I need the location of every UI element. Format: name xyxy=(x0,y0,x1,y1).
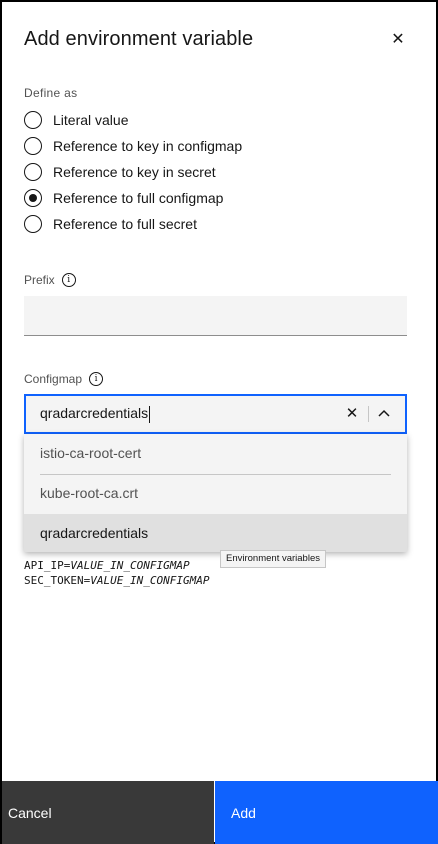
code-line: SEC_TOKEN=VALUE_IN_CONFIGMAP xyxy=(24,574,210,587)
radio-button[interactable] xyxy=(24,137,42,155)
radio-key-in-configmap[interactable]: Reference to key in configmap xyxy=(24,136,242,156)
cancel-button[interactable]: Cancel xyxy=(2,781,214,844)
configmap-combobox[interactable]: qradarcredentials ✕ xyxy=(24,394,407,434)
radio-label: Reference to full secret xyxy=(53,216,197,232)
modal-title: Add environment variable xyxy=(24,28,254,50)
menu-option-istio-ca-root-cert[interactable]: istio-ca-root-cert xyxy=(24,434,407,475)
modal: Add environment variable ✕ Define as Lit… xyxy=(0,0,438,844)
define-as-label: Define as xyxy=(24,86,78,100)
add-label: Add xyxy=(231,805,256,821)
close-icon[interactable]: ✕ xyxy=(386,28,410,52)
radio-label: Reference to key in configmap xyxy=(53,138,243,154)
clear-selection-icon[interactable]: ✕ xyxy=(342,402,362,426)
tooltip: Environment variables xyxy=(220,550,326,568)
combo-divider xyxy=(368,406,369,422)
radio-label: Reference to key in secret xyxy=(53,164,216,180)
info-icon[interactable]: i xyxy=(61,273,76,287)
chevron-up-icon[interactable] xyxy=(374,402,394,426)
configmap-label-row: Configmap i xyxy=(24,372,104,386)
radio-full-secret[interactable]: Reference to full secret xyxy=(24,214,197,234)
radio-button[interactable] xyxy=(24,111,42,129)
configmap-input[interactable]: qradarcredentials xyxy=(40,405,151,423)
info-icon[interactable]: i xyxy=(89,372,104,386)
radio-button[interactable] xyxy=(24,163,42,181)
configmap-label: Configmap xyxy=(24,372,83,386)
configmap-dropdown-menu: istio-ca-root-cert kube-root-ca.crt qrad… xyxy=(24,434,407,552)
menu-option-qradarcredentials[interactable]: qradarcredentials xyxy=(24,514,407,552)
prefix-label-row: Prefix i xyxy=(24,273,76,287)
add-button[interactable]: Add xyxy=(215,781,438,844)
text-cursor xyxy=(149,405,151,423)
code-line: API_IP=VALUE_IN_CONFIGMAP xyxy=(24,559,190,572)
radio-key-in-secret[interactable]: Reference to key in secret xyxy=(24,162,216,182)
cancel-label: Cancel xyxy=(8,805,52,821)
radio-button[interactable] xyxy=(24,215,42,233)
prefix-label: Prefix xyxy=(24,273,55,287)
radio-button-checked[interactable] xyxy=(24,189,42,207)
radio-label: Literal value xyxy=(53,112,129,128)
radio-label: Reference to full configmap xyxy=(53,190,224,206)
menu-option-kube-root-ca[interactable]: kube-root-ca.crt xyxy=(24,474,407,514)
radio-full-configmap[interactable]: Reference to full configmap xyxy=(24,188,223,208)
prefix-input[interactable] xyxy=(24,296,407,336)
radio-literal-value[interactable]: Literal value xyxy=(24,110,129,130)
